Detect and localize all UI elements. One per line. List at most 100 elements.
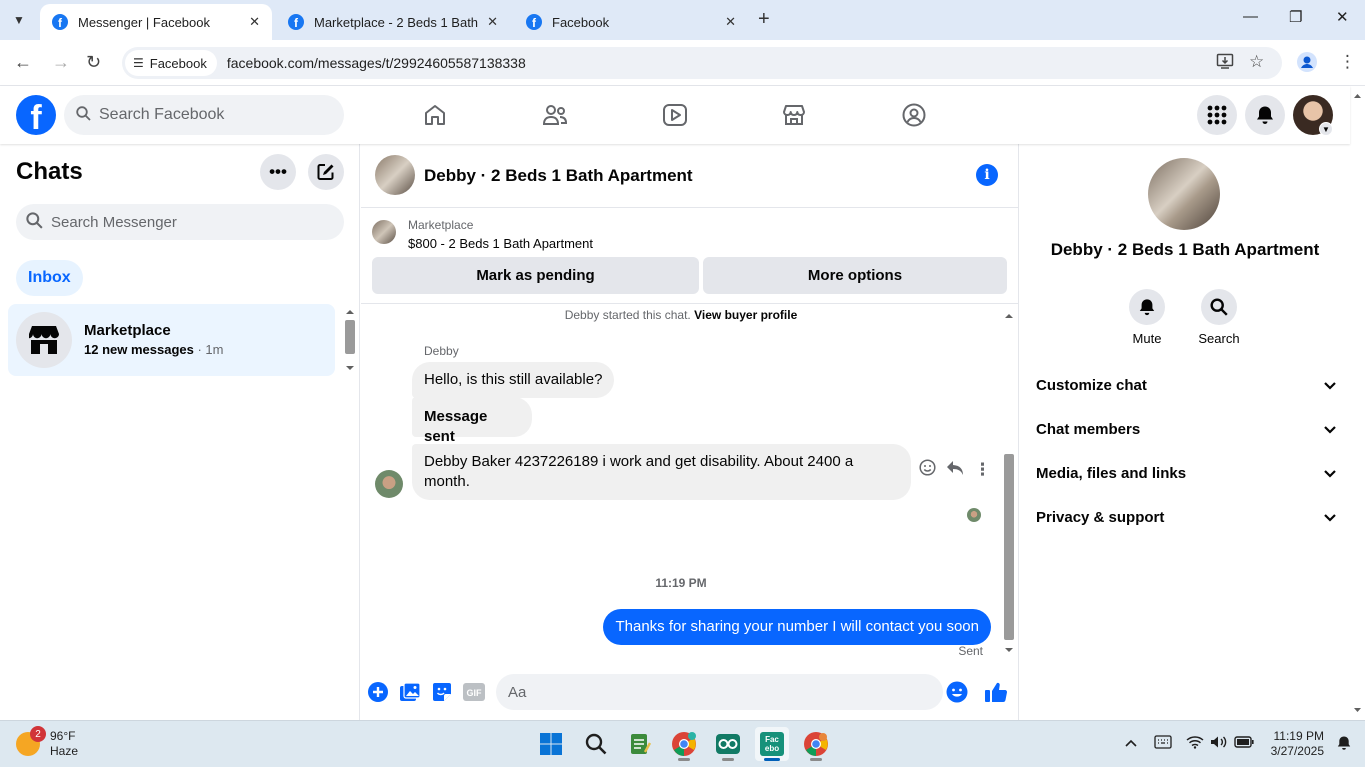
taskbar-search-icon[interactable]: [579, 727, 613, 761]
conversation-name: Marketplace: [84, 322, 171, 339]
thread-scrollbar[interactable]: [1001, 306, 1017, 660]
profile-icon[interactable]: [1297, 52, 1317, 77]
sticker-icon[interactable]: [430, 680, 454, 704]
conversation-avatar[interactable]: [375, 155, 415, 195]
mute-button[interactable]: Mute: [1117, 289, 1177, 346]
more-vertical-icon[interactable]: ⋮: [974, 460, 991, 480]
new-tab-icon[interactable]: +: [758, 8, 770, 31]
new-message-icon[interactable]: [308, 154, 344, 190]
facebook-header: f ▼: [0, 86, 1350, 144]
gaming-icon[interactable]: [899, 100, 929, 130]
forward-arrow-icon[interactable]: →: [52, 52, 70, 73]
conversation-item-marketplace[interactable]: Marketplace 12 new messages · 1m: [8, 304, 335, 376]
thumbs-up-icon[interactable]: [984, 680, 1008, 704]
more-options-button[interactable]: More options: [703, 257, 1007, 294]
chrome-app-icon[interactable]: [799, 727, 833, 761]
customize-chat-section[interactable]: Customize chat: [1036, 367, 1336, 403]
keyboard-icon[interactable]: [1154, 735, 1172, 752]
info-icon[interactable]: i: [976, 164, 998, 186]
close-tab-icon[interactable]: ✕: [249, 14, 260, 30]
weather-sun-icon: 2: [16, 726, 46, 756]
view-buyer-profile-link[interactable]: View buyer profile: [694, 308, 797, 322]
message-input-box[interactable]: [496, 674, 943, 710]
listing-title[interactable]: $800 - 2 Beds 1 Bath Apartment: [408, 236, 593, 251]
conversation-time: · 1m: [193, 342, 224, 357]
chrome-profile-app-icon[interactable]: [667, 727, 701, 761]
video-icon[interactable]: [660, 100, 690, 130]
marketplace-label: Marketplace: [408, 218, 474, 232]
menu-grid-icon[interactable]: [1197, 95, 1237, 135]
url-text[interactable]: facebook.com/messages/t/2992460558713833…: [227, 55, 526, 71]
media-files-links-section[interactable]: Media, files and links: [1036, 455, 1336, 491]
tune-icon: ☰: [133, 56, 144, 70]
close-tab-icon[interactable]: ✕: [487, 14, 498, 30]
chat-members-section[interactable]: Chat members: [1036, 411, 1336, 447]
search-in-chat-button[interactable]: Search: [1189, 289, 1249, 346]
tab-messenger[interactable]: f Messenger | Facebook ✕: [40, 4, 272, 40]
chevron-down-icon[interactable]: ▼: [1319, 122, 1333, 136]
close-window-icon[interactable]: ✕: [1336, 8, 1349, 26]
gif-icon[interactable]: GIF: [462, 680, 486, 704]
sender-avatar[interactable]: [375, 470, 403, 498]
address-bar-row: ← → ↻ ☰ Facebook facebook.com/messages/t…: [0, 40, 1365, 86]
back-arrow-icon[interactable]: ←: [14, 52, 32, 73]
volume-icon[interactable]: [1210, 735, 1228, 752]
friends-icon[interactable]: [540, 100, 570, 130]
incoming-message[interactable]: Debby Baker 4237226189 i work and get di…: [412, 444, 911, 500]
message-input[interactable]: [508, 683, 888, 701]
notifications-bell-icon[interactable]: [1245, 95, 1285, 135]
home-icon[interactable]: [420, 100, 450, 130]
site-info-chip[interactable]: ☰ Facebook: [125, 50, 217, 76]
reply-icon[interactable]: [946, 460, 964, 481]
tab-search-chevron-icon[interactable]: ▼: [6, 8, 32, 32]
close-tab-icon[interactable]: ✕: [725, 14, 736, 30]
page-scrollbar[interactable]: [1350, 86, 1365, 720]
more-options-icon[interactable]: •••: [260, 154, 296, 190]
plus-circle-icon[interactable]: [366, 680, 390, 704]
facebook-app-icon[interactable]: Fac ebo: [755, 727, 789, 761]
chat-avatar[interactable]: [1148, 158, 1220, 230]
facebook-favicon-icon: f: [288, 14, 304, 30]
messenger-search-input[interactable]: [51, 213, 321, 231]
browser-menu-icon[interactable]: ⋮: [1339, 52, 1356, 72]
marketplace-icon[interactable]: [779, 100, 809, 130]
facebook-search-input[interactable]: [99, 106, 319, 124]
privacy-support-section[interactable]: Privacy & support: [1036, 499, 1336, 535]
weather-condition: Haze: [50, 744, 79, 758]
facebook-favicon-icon: f: [526, 14, 542, 30]
conversation-title[interactable]: Debby · 2 Beds 1 Bath Apartment: [424, 166, 693, 186]
inbox-filter-tab[interactable]: Inbox: [16, 260, 83, 296]
notepad-app-icon[interactable]: [623, 727, 657, 761]
react-emoji-icon[interactable]: [919, 459, 936, 481]
browser-tab-bar: ▼ f Messenger | Facebook ✕ f Marketplace…: [0, 0, 1365, 40]
minimize-icon[interactable]: —: [1243, 8, 1258, 25]
weather-alert-badge: 2: [30, 726, 46, 742]
facebook-search[interactable]: [64, 95, 344, 135]
notification-center-icon[interactable]: [1336, 735, 1352, 754]
weather-widget[interactable]: 2 96°F Haze: [16, 726, 79, 759]
incoming-message[interactable]: Message sent: [412, 397, 532, 445]
facebook-logo-icon[interactable]: f: [16, 95, 56, 135]
sidebar-scrollbar[interactable]: [343, 306, 357, 374]
tab-facebook[interactable]: f Facebook ✕: [514, 4, 748, 40]
messenger-search[interactable]: [16, 204, 344, 240]
tab-marketplace[interactable]: f Marketplace - 2 Beds 1 Bath Ap ✕: [276, 4, 510, 40]
restore-icon[interactable]: ❐: [1289, 8, 1302, 26]
start-windows-icon[interactable]: [534, 727, 568, 761]
chevron-down-icon: [1324, 465, 1336, 482]
emoji-icon[interactable]: [945, 680, 969, 704]
wifi-icon[interactable]: [1186, 735, 1204, 752]
incoming-message[interactable]: Hello, is this still available?: [412, 362, 615, 398]
outgoing-message[interactable]: Thanks for sharing your number I will co…: [603, 609, 991, 645]
omnibox[interactable]: ☰ Facebook facebook.com/messages/t/29924…: [122, 47, 1282, 79]
media-app-icon[interactable]: [711, 727, 745, 761]
reload-icon[interactable]: ↻: [86, 52, 101, 73]
mark-as-pending-button[interactable]: Mark as pending: [372, 257, 699, 294]
battery-icon[interactable]: [1234, 735, 1254, 751]
show-hidden-icons-chevron-icon[interactable]: [1124, 735, 1138, 751]
install-app-icon[interactable]: [1216, 52, 1234, 75]
bookmark-star-icon[interactable]: ☆: [1249, 52, 1264, 72]
system-clock[interactable]: 11:19 PM 3/27/2025: [1262, 729, 1324, 759]
listing-thumbnail[interactable]: [372, 220, 396, 244]
attach-photo-icon[interactable]: [398, 680, 422, 704]
